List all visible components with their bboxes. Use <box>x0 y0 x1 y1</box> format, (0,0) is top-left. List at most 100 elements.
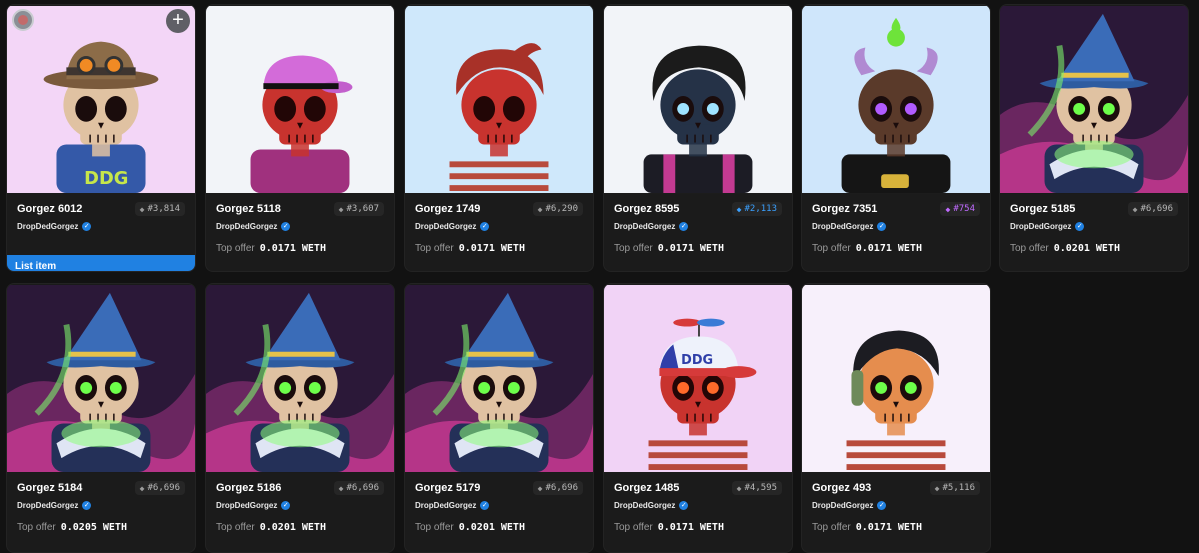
top-offer-label: Top offer <box>614 243 653 254</box>
nft-card[interactable]: DDG + Gorgez 6012 ◆ #3,814 DropDedGorgez … <box>6 4 196 272</box>
nft-card[interactable]: Gorgez 7351 ◆ #754 DropDedGorgez ✓ Top offer 0… <box>801 4 991 272</box>
nft-card[interactable]: Gorgez 5186 ◆ #6,696 DropDedGorgez ✓ Top offe… <box>205 283 395 553</box>
top-offer-value: 0.0201 WETH <box>458 522 525 533</box>
collection-name[interactable]: DropDedGorgez <box>614 501 675 510</box>
top-offer: Top offer 0.0171 WETH <box>614 522 782 533</box>
top-offer-label: Top offer <box>614 522 653 533</box>
top-offer: Top offer 0.0201 WETH <box>415 522 583 533</box>
nft-image[interactable]: DDG <box>604 284 792 473</box>
top-offer: Top offer 0.0171 WETH <box>812 243 980 254</box>
top-offer: Top offer 0.0171 WETH <box>614 243 782 254</box>
diamond-icon: ◆ <box>338 483 344 493</box>
list-item-button[interactable]: List item <box>7 255 195 271</box>
verified-icon: ✓ <box>281 222 291 231</box>
nft-card[interactable]: Gorgez 5179 ◆ #6,696 DropDedGorgez ✓ Top offe… <box>404 283 594 553</box>
top-offer-value: 0.0171 WETH <box>657 522 724 533</box>
verified-icon: ✓ <box>679 501 689 510</box>
top-offer: Top offer 0.0201 WETH <box>1010 243 1178 254</box>
collection-name[interactable]: DropDedGorgez <box>812 222 873 231</box>
diamond-icon: ◆ <box>139 483 145 493</box>
owner-avatar-icon <box>12 9 34 31</box>
nft-name: Gorgez 5179 <box>415 482 481 494</box>
rarity-badge: ◆ #6,696 <box>134 481 185 495</box>
nft-name: Gorgez 5186 <box>216 482 282 494</box>
nft-card[interactable]: Gorgez 5184 ◆ #6,696 DropDedGorgez ✓ Top offe… <box>6 283 196 553</box>
nft-card[interactable]: Gorgez 8595 ◆ #2,113 DropDedGorgez ✓ Top offe… <box>603 4 793 272</box>
collection-name[interactable]: DropDedGorgez <box>614 222 675 231</box>
verified-icon: ✓ <box>877 222 887 231</box>
verified-icon: ✓ <box>281 501 291 510</box>
nft-image[interactable]: DDG <box>7 5 195 194</box>
rarity-badge: ◆ #6,696 <box>333 481 384 495</box>
nft-image[interactable] <box>206 284 394 473</box>
collection-name[interactable]: DropDedGorgez <box>1010 222 1071 231</box>
diamond-icon: ◆ <box>1132 204 1138 214</box>
collection-name[interactable]: DropDedGorgez <box>216 501 277 510</box>
top-offer-label: Top offer <box>812 522 851 533</box>
verified-icon: ✓ <box>480 222 490 231</box>
nft-image[interactable] <box>206 5 394 194</box>
top-offer-label: Top offer <box>415 522 454 533</box>
rarity-badge: ◆ #3,607 <box>333 202 384 216</box>
svg-text:DDG: DDG <box>681 353 713 368</box>
diamond-icon: ◆ <box>934 483 940 493</box>
nft-image[interactable] <box>802 5 990 194</box>
diamond-icon: ◆ <box>338 204 344 214</box>
nft-card[interactable]: Gorgez 493 ◆ #5,116 DropDedGorgez ✓ Top offer… <box>801 283 991 553</box>
nft-name: Gorgez 1749 <box>415 203 481 215</box>
rarity-badge: ◆ #3,814 <box>134 202 185 216</box>
nft-name: Gorgez 6012 <box>17 203 83 215</box>
top-offer-value: 0.0171 WETH <box>657 243 724 254</box>
top-offer-label: Top offer <box>17 522 56 533</box>
nft-name: Gorgez 7351 <box>812 203 878 215</box>
top-offer-value: 0.0201 WETH <box>259 522 326 533</box>
nft-card[interactable]: DDG Gorgez 1485 ◆ #4,595 DropDedGorgez ✓ Top o… <box>603 283 793 553</box>
rarity-badge: ◆ #4,595 <box>731 481 782 495</box>
top-offer: Top offer 0.0205 WETH <box>17 522 185 533</box>
top-offer-label: Top offer <box>415 243 454 254</box>
diamond-icon: ◆ <box>537 204 543 214</box>
nft-image[interactable] <box>802 284 990 473</box>
top-offer-value: 0.0171 WETH <box>458 243 525 254</box>
nft-image[interactable] <box>1000 5 1188 194</box>
nft-name: Gorgez 493 <box>812 482 872 494</box>
collection-name[interactable]: DropDedGorgez <box>415 501 476 510</box>
diamond-icon: ◆ <box>736 204 742 214</box>
nft-image[interactable] <box>7 284 195 473</box>
nft-name: Gorgez 1485 <box>614 482 680 494</box>
verified-icon: ✓ <box>1075 222 1085 231</box>
collection-name[interactable]: DropDedGorgez <box>17 501 78 510</box>
rarity-badge: ◆ #5,116 <box>929 481 980 495</box>
top-offer-label: Top offer <box>216 522 255 533</box>
top-offer-label: Top offer <box>1010 243 1049 254</box>
top-offer-value: 0.0171 WETH <box>259 243 326 254</box>
diamond-icon: ◆ <box>736 483 742 493</box>
top-offer: Top offer 0.0171 WETH <box>812 522 980 533</box>
top-offer-label: Top offer <box>216 243 255 254</box>
nft-card[interactable]: Gorgez 1749 ◆ #6,290 DropDedGorgez ✓ Top offe… <box>404 4 594 272</box>
nft-card[interactable]: Gorgez 5185 ◆ #6,696 DropDedGorgez ✓ Top offe… <box>999 4 1189 272</box>
plus-icon[interactable]: + <box>166 9 190 33</box>
rarity-badge: ◆ #2,113 <box>731 202 782 216</box>
top-offer-label: Top offer <box>812 243 851 254</box>
nft-grid: DDG + Gorgez 6012 ◆ #3,814 DropDedGorgez … <box>0 0 1199 553</box>
nft-image[interactable] <box>405 5 593 194</box>
rarity-badge: ◆ #754 <box>940 202 980 216</box>
collection-name[interactable]: DropDedGorgez <box>812 501 873 510</box>
nft-image[interactable] <box>405 284 593 473</box>
top-offer-value: 0.0201 WETH <box>1053 243 1120 254</box>
collection-name[interactable]: DropDedGorgez <box>17 222 78 231</box>
nft-card[interactable]: Gorgez 5118 ◆ #3,607 DropDedGorgez ✓ Top offe… <box>205 4 395 272</box>
nft-name: Gorgez 5185 <box>1010 203 1076 215</box>
collection-name[interactable]: DropDedGorgez <box>216 222 277 231</box>
top-offer: Top offer 0.0201 WETH <box>216 522 384 533</box>
top-offer: Top offer 0.0171 WETH <box>415 243 583 254</box>
collection-name[interactable]: DropDedGorgez <box>415 222 476 231</box>
nft-image[interactable] <box>604 5 792 194</box>
diamond-icon: ◆ <box>945 204 951 214</box>
diamond-icon: ◆ <box>139 204 145 214</box>
nft-name: Gorgez 5118 <box>216 203 281 215</box>
rarity-badge: ◆ #6,696 <box>532 481 583 495</box>
diamond-icon: ◆ <box>537 483 543 493</box>
nft-name: Gorgez 8595 <box>614 203 680 215</box>
